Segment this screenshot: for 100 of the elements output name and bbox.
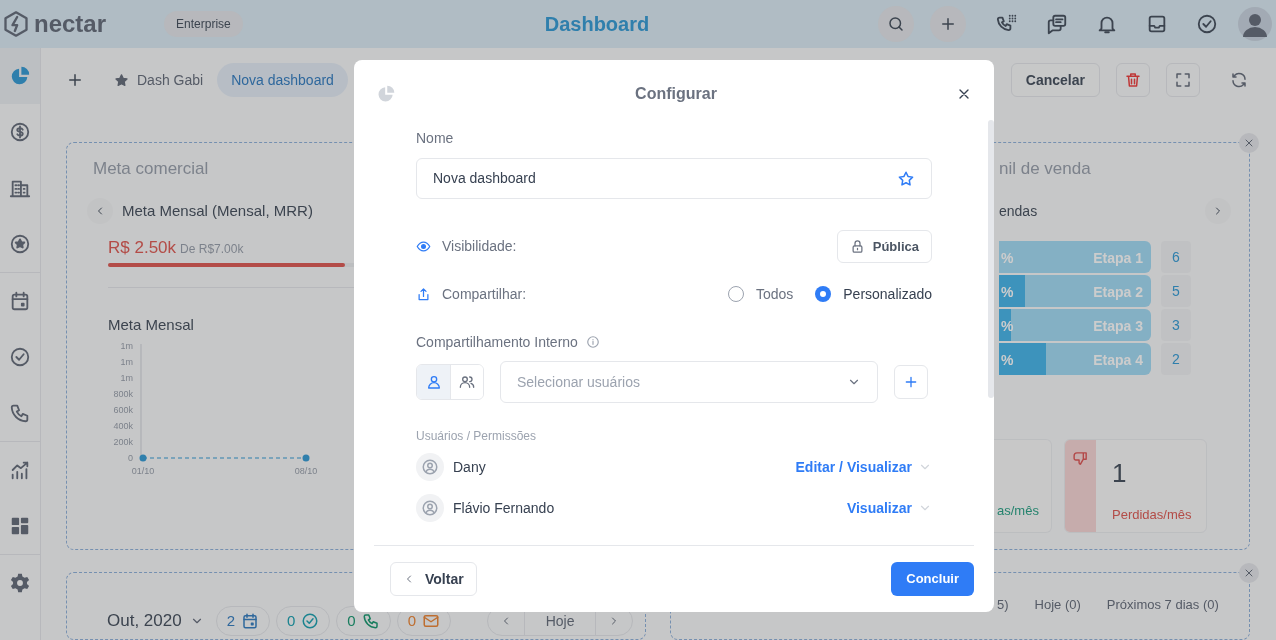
scrollbar[interactable]	[988, 120, 994, 398]
filter-tab[interactable]: Próximos 7 dias (0)	[1106, 595, 1219, 615]
single-user-button[interactable]	[417, 365, 450, 399]
user-avatar-icon	[421, 458, 439, 476]
axis-label: 600k	[113, 404, 133, 415]
close-icon	[1243, 567, 1255, 579]
avatar[interactable]	[1238, 7, 1272, 41]
page-title: Dashboard	[544, 12, 650, 37]
name-field[interactable]: Nova dashboard	[416, 158, 932, 199]
dollar-icon[interactable]	[9, 121, 31, 143]
check-circle-icon[interactable]	[9, 346, 31, 368]
axis-label: 01/10	[131, 465, 155, 476]
card-title: Meta comercial	[93, 158, 209, 180]
eye-icon	[416, 239, 431, 254]
check-circle-icon	[301, 612, 320, 630]
goal-name: Meta Mensal (Mensal, MRR)	[122, 200, 313, 221]
stage-percent: %	[1001, 283, 1014, 302]
search-icon	[887, 15, 905, 33]
axis-label: 08/10	[294, 465, 318, 476]
user-avatar-icon	[421, 499, 439, 517]
plus-icon	[903, 374, 919, 390]
dialog-title: Configurar	[634, 84, 718, 104]
permission-dropdown[interactable]: Editar / Visualizar	[795, 456, 932, 478]
stage-count: 3	[1161, 309, 1191, 341]
visibility-button[interactable]: Pública	[836, 230, 932, 263]
logo-icon	[2, 10, 30, 38]
add-button[interactable]	[930, 6, 966, 42]
user-group-button[interactable]	[450, 365, 483, 399]
chart-icon[interactable]	[9, 459, 31, 481]
section-label: Usuários / Permissões	[416, 428, 537, 445]
share-icon	[416, 286, 431, 302]
stage-name: Etapa 4	[1093, 351, 1143, 370]
settings-icon[interactable]	[9, 572, 31, 594]
field-label: Visibilidade:	[442, 237, 517, 256]
fullscreen-button[interactable]	[1166, 63, 1200, 97]
stage-count: 2	[1161, 343, 1191, 375]
option-label: Todos	[755, 284, 794, 304]
chart-point	[139, 454, 147, 461]
calendar-icon	[241, 612, 259, 630]
field-label: Compartilhamento Interno	[416, 332, 578, 352]
card-title: nil de venda	[999, 158, 1091, 180]
inbox-icon[interactable]	[1146, 13, 1168, 35]
axis-label: 1m	[120, 356, 133, 367]
info-icon	[585, 335, 600, 349]
cancel-button[interactable]: Cancelar	[1010, 63, 1100, 97]
trash-icon	[1124, 71, 1142, 89]
axis-label: 0	[128, 452, 133, 463]
user-name: Flávio Fernando	[453, 498, 555, 518]
stat-label: as/mês	[997, 503, 1039, 518]
back-button[interactable]: Voltar	[390, 562, 477, 596]
close-icon	[1243, 137, 1255, 149]
add-icon[interactable]	[66, 71, 84, 89]
calendar-icon[interactable]	[9, 290, 31, 312]
filter-tab[interactable]: Hoje (0)	[1034, 595, 1081, 615]
stage-percent: %	[1001, 317, 1014, 336]
user-icon	[425, 374, 442, 390]
dashboard-tab[interactable]: Dash Gabi	[100, 63, 218, 97]
check-circle-icon[interactable]	[1196, 13, 1218, 35]
expand-icon	[1174, 71, 1192, 89]
star-icon[interactable]	[897, 169, 915, 188]
user-name: Dany	[453, 457, 486, 477]
permission-dropdown[interactable]: Visualizar	[846, 497, 932, 519]
pie-chart-icon[interactable]	[9, 65, 31, 87]
pipeline-name: endas	[999, 201, 1038, 221]
remove-card-button[interactable]	[1239, 563, 1259, 583]
stat-label: Perdidas/mês	[1112, 506, 1192, 524]
goal-amount: R$ 2.50k	[108, 237, 177, 259]
field-label: Compartilhar:	[442, 284, 527, 304]
radio-button[interactable]	[815, 286, 832, 302]
phone-icon[interactable]	[9, 402, 31, 424]
month-label: Out, 2020	[107, 610, 182, 633]
thumbs-down-icon	[1072, 450, 1089, 467]
dashboard-icon[interactable]	[9, 515, 31, 537]
filter-tab[interactable]: 5)	[997, 595, 1009, 615]
stage-count: 6	[1161, 241, 1191, 273]
delete-button[interactable]	[1116, 63, 1150, 97]
stat-value: 1	[1112, 457, 1127, 490]
stage-percent: %	[1001, 351, 1014, 370]
search-button[interactable]	[878, 6, 914, 42]
goal-target: De R$7.00k	[180, 241, 244, 258]
done-button[interactable]: Concluir	[891, 562, 974, 596]
stage-name: Etapa 1	[1093, 249, 1143, 268]
field-label: Nome	[416, 129, 454, 148]
user-select[interactable]: Selecionar usuários	[500, 361, 878, 403]
plus-icon	[939, 15, 957, 33]
plan-badge: Enterprise	[164, 11, 243, 37]
remove-card-button[interactable]	[1239, 133, 1259, 153]
refresh-icon[interactable]	[1230, 71, 1248, 89]
pie-chart-icon	[376, 84, 396, 104]
chart-point	[302, 454, 310, 461]
mail-icon	[422, 612, 441, 630]
add-user-button[interactable]	[894, 365, 928, 399]
stage-name: Etapa 2	[1093, 283, 1143, 302]
chat-icon[interactable]	[1046, 13, 1068, 35]
stage-percent: %	[1001, 249, 1014, 268]
axis-label: 1m	[120, 340, 133, 351]
phone-icon	[361, 612, 380, 630]
axis-label: 400k	[113, 420, 133, 431]
dashboard-tab[interactable]: Nova dashboard	[217, 63, 348, 97]
option-label: Personalizado	[843, 284, 932, 304]
